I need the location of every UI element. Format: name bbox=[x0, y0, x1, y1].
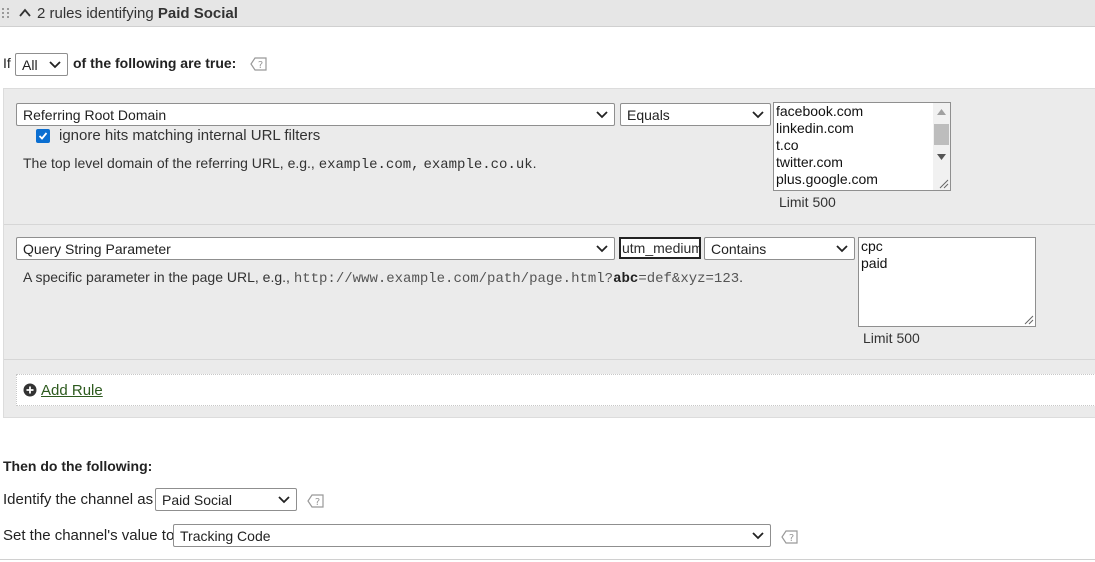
channel-select-value: Paid Social bbox=[162, 491, 233, 508]
rule-2-description: A specific parameter in the page URL, e.… bbox=[23, 269, 744, 287]
channel-select[interactable]: Paid Social bbox=[155, 488, 297, 511]
example-domain-2: example.co.uk bbox=[423, 157, 533, 173]
chevron-down-icon bbox=[596, 110, 608, 118]
rule-set-header[interactable]: 2 rules identifying Paid Social bbox=[0, 0, 1095, 27]
chevron-down-icon bbox=[752, 531, 764, 539]
rule-1-dimension-value: Referring Root Domain bbox=[23, 106, 167, 123]
rule-2-parameter-input[interactable]: utm_medium bbox=[619, 237, 701, 259]
scroll-up-icon[interactable] bbox=[937, 109, 946, 115]
identify-channel-label: Identify the channel as bbox=[3, 491, 154, 508]
channel-value-select[interactable]: Tracking Code bbox=[173, 524, 771, 547]
then-section-title: Then do the following: bbox=[3, 458, 153, 474]
bottom-divider bbox=[0, 559, 1095, 560]
rule-1-dimension-select[interactable]: Referring Root Domain bbox=[16, 103, 615, 126]
header-title: 2 rules identifying Paid Social bbox=[37, 4, 238, 22]
channel-value-select-value: Tracking Code bbox=[180, 527, 271, 544]
rule-1-limit: Limit 500 bbox=[779, 194, 836, 210]
values-scrollbar[interactable] bbox=[933, 103, 950, 190]
scroll-down-icon[interactable] bbox=[937, 154, 946, 160]
rule-2-values-textarea[interactable]: cpc paid bbox=[858, 237, 1036, 327]
value-item: linkedin.com bbox=[776, 120, 854, 136]
chevron-down-icon bbox=[752, 110, 764, 118]
chevron-down-icon bbox=[596, 244, 608, 252]
rules-container: Referring Root Domain Equals ignore hits… bbox=[3, 88, 1095, 418]
value-item: facebook.com bbox=[776, 103, 864, 119]
value-item: cpc bbox=[861, 238, 883, 254]
example-url: http://www.example.com/path/page.html?ab… bbox=[293, 271, 740, 287]
chevron-down-icon bbox=[836, 244, 848, 252]
help-icon[interactable]: ? bbox=[250, 57, 268, 71]
value-item: plus.google.com bbox=[776, 171, 878, 187]
rule-1-operator-select[interactable]: Equals bbox=[620, 103, 771, 126]
example-domain-1: example.com bbox=[318, 157, 412, 173]
if-label: If bbox=[3, 55, 11, 71]
svg-text:?: ? bbox=[789, 533, 794, 544]
rule-2-limit: Limit 500 bbox=[863, 330, 920, 346]
value-item: paid bbox=[861, 255, 888, 271]
value-item: twitter.com bbox=[776, 154, 843, 170]
rule-2-operator-value: Contains bbox=[711, 240, 767, 257]
scroll-thumb[interactable] bbox=[934, 124, 949, 145]
match-all-select[interactable]: All bbox=[15, 53, 68, 76]
chevron-up-icon[interactable] bbox=[18, 6, 32, 20]
set-value-label: Set the channel's value to bbox=[3, 527, 175, 544]
rule-query-string: Query String Parameter utm_medium Contai… bbox=[4, 225, 1095, 360]
ignore-internal-checkbox-row[interactable]: ignore hits matching internal URL filter… bbox=[36, 127, 320, 144]
svg-text:?: ? bbox=[315, 497, 320, 508]
rule-1-description: The top level domain of the referring UR… bbox=[23, 155, 537, 173]
add-rule-bar: Add Rule bbox=[16, 374, 1095, 406]
rule-2-dimension-select[interactable]: Query String Parameter bbox=[16, 237, 615, 260]
chevron-down-icon bbox=[278, 495, 290, 503]
checkmark-icon bbox=[38, 131, 48, 140]
plus-circle-icon[interactable] bbox=[23, 383, 37, 397]
add-rule-link[interactable]: Add Rule bbox=[41, 382, 103, 399]
rule-referring-domain: Referring Root Domain Equals ignore hits… bbox=[4, 89, 1095, 225]
resize-handle-icon[interactable] bbox=[939, 179, 949, 189]
resize-handle-icon[interactable] bbox=[1024, 315, 1034, 325]
chevron-down-icon bbox=[49, 60, 61, 68]
help-icon[interactable]: ? bbox=[307, 494, 325, 508]
rule-1-values-textarea[interactable]: facebook.com linkedin.com t.co twitter.c… bbox=[773, 102, 951, 191]
value-item: t.co bbox=[776, 137, 799, 153]
condition-suffix: of the following are true: bbox=[73, 55, 237, 71]
drag-handle-icon[interactable] bbox=[2, 6, 12, 20]
rule-2-operator-select[interactable]: Contains bbox=[704, 237, 855, 260]
ignore-internal-checkbox[interactable] bbox=[36, 128, 50, 143]
rule-2-dimension-value: Query String Parameter bbox=[23, 240, 171, 257]
ignore-internal-label: ignore hits matching internal URL filter… bbox=[59, 127, 321, 144]
svg-text:?: ? bbox=[258, 60, 263, 71]
rule-1-operator-value: Equals bbox=[627, 106, 670, 123]
help-icon[interactable]: ? bbox=[781, 530, 799, 544]
match-all-value: All bbox=[22, 56, 38, 73]
